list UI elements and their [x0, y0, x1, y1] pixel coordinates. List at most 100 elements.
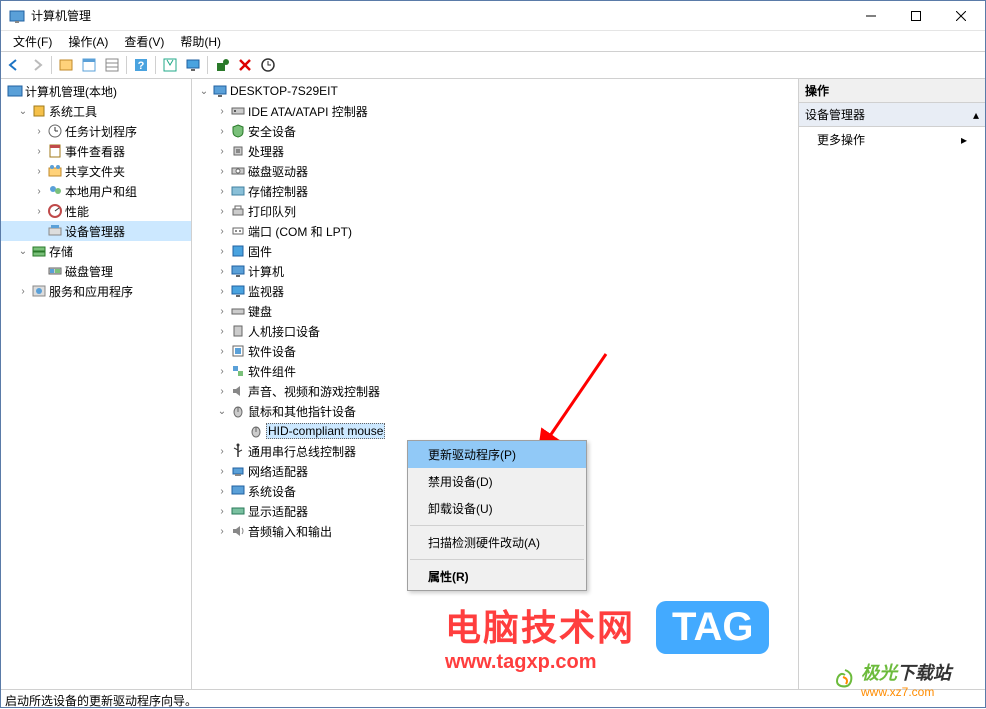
watermark-cn: 电脑技术网 — [445, 599, 635, 651]
disable-label: 禁用设备(D) — [428, 475, 493, 489]
tb-hw-icon[interactable] — [211, 54, 233, 76]
dev-computer[interactable]: ›计算机 — [192, 261, 798, 281]
tb-icon-3[interactable] — [101, 54, 123, 76]
menu-help[interactable]: 帮助(H) — [172, 31, 229, 52]
computer-label: 计算机 — [248, 263, 284, 280]
uninstall-label: 卸载设备(U) — [428, 502, 493, 516]
dev-hid[interactable]: ›人机接口设备 — [192, 321, 798, 341]
separator — [410, 525, 584, 526]
cpu-icon — [230, 143, 246, 159]
network-icon — [230, 463, 246, 479]
chevron-right-icon: ▸ — [961, 133, 967, 147]
forward-button[interactable] — [26, 54, 48, 76]
chevron-up-icon: ▴ — [973, 108, 979, 122]
sw-component-icon — [230, 363, 246, 379]
menu-disable-device[interactable]: 禁用设备(D) — [408, 468, 586, 495]
expander-open-icon[interactable]: ⌄ — [17, 246, 29, 257]
tree-sys-tools[interactable]: ⌄ 系统工具 — [1, 101, 191, 121]
dev-sound[interactable]: ›声音、视频和游戏控制器 — [192, 381, 798, 401]
disk-mgmt-label: 磁盘管理 — [65, 263, 113, 280]
sw-device-icon — [230, 343, 246, 359]
monitor-icon — [230, 283, 246, 299]
minimize-button[interactable] — [848, 1, 893, 30]
dev-security[interactable]: ›安全设备 — [192, 121, 798, 141]
sys-tools-label: 系统工具 — [49, 103, 97, 120]
menu-update-driver[interactable]: 更新驱动程序(P) — [408, 441, 586, 468]
dev-monitor[interactable]: ›监视器 — [192, 281, 798, 301]
expander-open-icon[interactable]: ⌄ — [216, 406, 228, 417]
actions-more[interactable]: 更多操作 ▸ — [799, 127, 985, 152]
expander-closed-icon[interactable]: › — [33, 126, 45, 137]
dev-mgr-label: 设备管理器 — [65, 223, 125, 240]
expander-closed-icon[interactable]: › — [33, 146, 45, 157]
dev-print-queue[interactable]: ›打印队列 — [192, 201, 798, 221]
tree-task-scheduler[interactable]: › 任务计划程序 — [1, 121, 191, 141]
expander-open-icon[interactable]: ⌄ — [198, 86, 210, 97]
device-root[interactable]: ⌄ DESKTOP-7S29EIT — [192, 81, 798, 101]
actions-header: 操作 — [799, 79, 985, 103]
menu-file[interactable]: 文件(F) — [5, 31, 60, 52]
back-button[interactable] — [3, 54, 25, 76]
tb-update-icon[interactable] — [257, 54, 279, 76]
monitor-label: 监视器 — [248, 283, 284, 300]
expander-closed-icon[interactable]: › — [33, 206, 45, 217]
dev-disk-drive[interactable]: ›磁盘驱动器 — [192, 161, 798, 181]
network-label: 网络适配器 — [248, 463, 308, 480]
update-driver-label: 更新驱动程序(P) — [428, 448, 516, 462]
watermark-jg: 极光下载站 www.xz7.com — [833, 659, 951, 699]
dev-firmware[interactable]: ›固件 — [192, 241, 798, 261]
dev-ports[interactable]: ›端口 (COM 和 LPT) — [192, 221, 798, 241]
dev-keyboard[interactable]: ›键盘 — [192, 301, 798, 321]
tree-shared-folders[interactable]: ›共享文件夹 — [1, 161, 191, 181]
help-icon[interactable]: ? — [130, 54, 152, 76]
dev-cpu[interactable]: ›处理器 — [192, 141, 798, 161]
printer-icon — [230, 203, 246, 219]
tb-icon-1[interactable] — [55, 54, 77, 76]
scan-label: 扫描检测硬件改动(A) — [428, 536, 540, 550]
tree-event-viewer[interactable]: ›事件查看器 — [1, 141, 191, 161]
menu-action[interactable]: 操作(A) — [60, 31, 116, 52]
tb-icon-2[interactable] — [78, 54, 100, 76]
separator — [410, 559, 584, 560]
expander-closed-icon[interactable]: › — [33, 166, 45, 177]
menu-scan-hardware[interactable]: 扫描检测硬件改动(A) — [408, 529, 586, 556]
close-button[interactable] — [938, 1, 983, 30]
firmware-label: 固件 — [248, 243, 272, 260]
dev-storage-ctrl[interactable]: ›存储控制器 — [192, 181, 798, 201]
expander-open-icon[interactable]: ⌄ — [17, 106, 29, 117]
tb-monitor-icon[interactable] — [182, 54, 204, 76]
menu-properties[interactable]: 属性(R) — [408, 563, 586, 590]
display-adapter-icon — [230, 503, 246, 519]
main-area: 计算机管理(本地) ⌄ 系统工具 › 任务计划程序 ›事件查看器 ›共享文件夹 ›本… — [1, 79, 985, 689]
dev-ide[interactable]: ›IDE ATA/ATAPI 控制器 — [192, 101, 798, 121]
tree-disk-mgmt[interactable]: 磁盘管理 — [1, 261, 191, 281]
tb-icon-5[interactable] — [159, 54, 181, 76]
expander-closed-icon[interactable]: › — [17, 286, 29, 297]
dev-hid-mouse[interactable]: HID-compliant mouse — [192, 421, 798, 441]
actions-section[interactable]: 设备管理器 ▴ — [799, 103, 985, 127]
tree-perf[interactable]: › 性能 — [1, 201, 191, 221]
menu-uninstall-device[interactable]: 卸载设备(U) — [408, 495, 586, 522]
dev-mouse[interactable]: ⌄鼠标和其他指针设备 — [192, 401, 798, 421]
maximize-button[interactable] — [893, 1, 938, 30]
expander-closed-icon[interactable]: › — [33, 186, 45, 197]
perf-label: 性能 — [65, 203, 89, 220]
storage-ctrl-icon — [230, 183, 246, 199]
tb-delete-icon[interactable] — [234, 54, 256, 76]
system-icon — [230, 483, 246, 499]
dev-sw-device[interactable]: ›软件设备 — [192, 341, 798, 361]
task-sched-label: 任务计划程序 — [65, 123, 137, 140]
mouse-icon — [230, 403, 246, 419]
tree-local-users[interactable]: ›本地用户和组 — [1, 181, 191, 201]
tree-services[interactable]: ›服务和应用程序 — [1, 281, 191, 301]
tree-root[interactable]: 计算机管理(本地) — [1, 81, 191, 101]
menu-view[interactable]: 查看(V) — [116, 31, 172, 52]
tree-device-manager[interactable]: 设备管理器 — [1, 221, 191, 241]
tree-storage[interactable]: ⌄存储 — [1, 241, 191, 261]
device-root-label: DESKTOP-7S29EIT — [230, 84, 338, 98]
mouse-icon — [248, 423, 264, 439]
dev-sw-component[interactable]: ›软件组件 — [192, 361, 798, 381]
ide-icon — [230, 103, 246, 119]
device-tree-panel: ⌄ DESKTOP-7S29EIT ›IDE ATA/ATAPI 控制器 ›安全设… — [192, 79, 799, 689]
tag-badge: TAG — [656, 601, 769, 654]
